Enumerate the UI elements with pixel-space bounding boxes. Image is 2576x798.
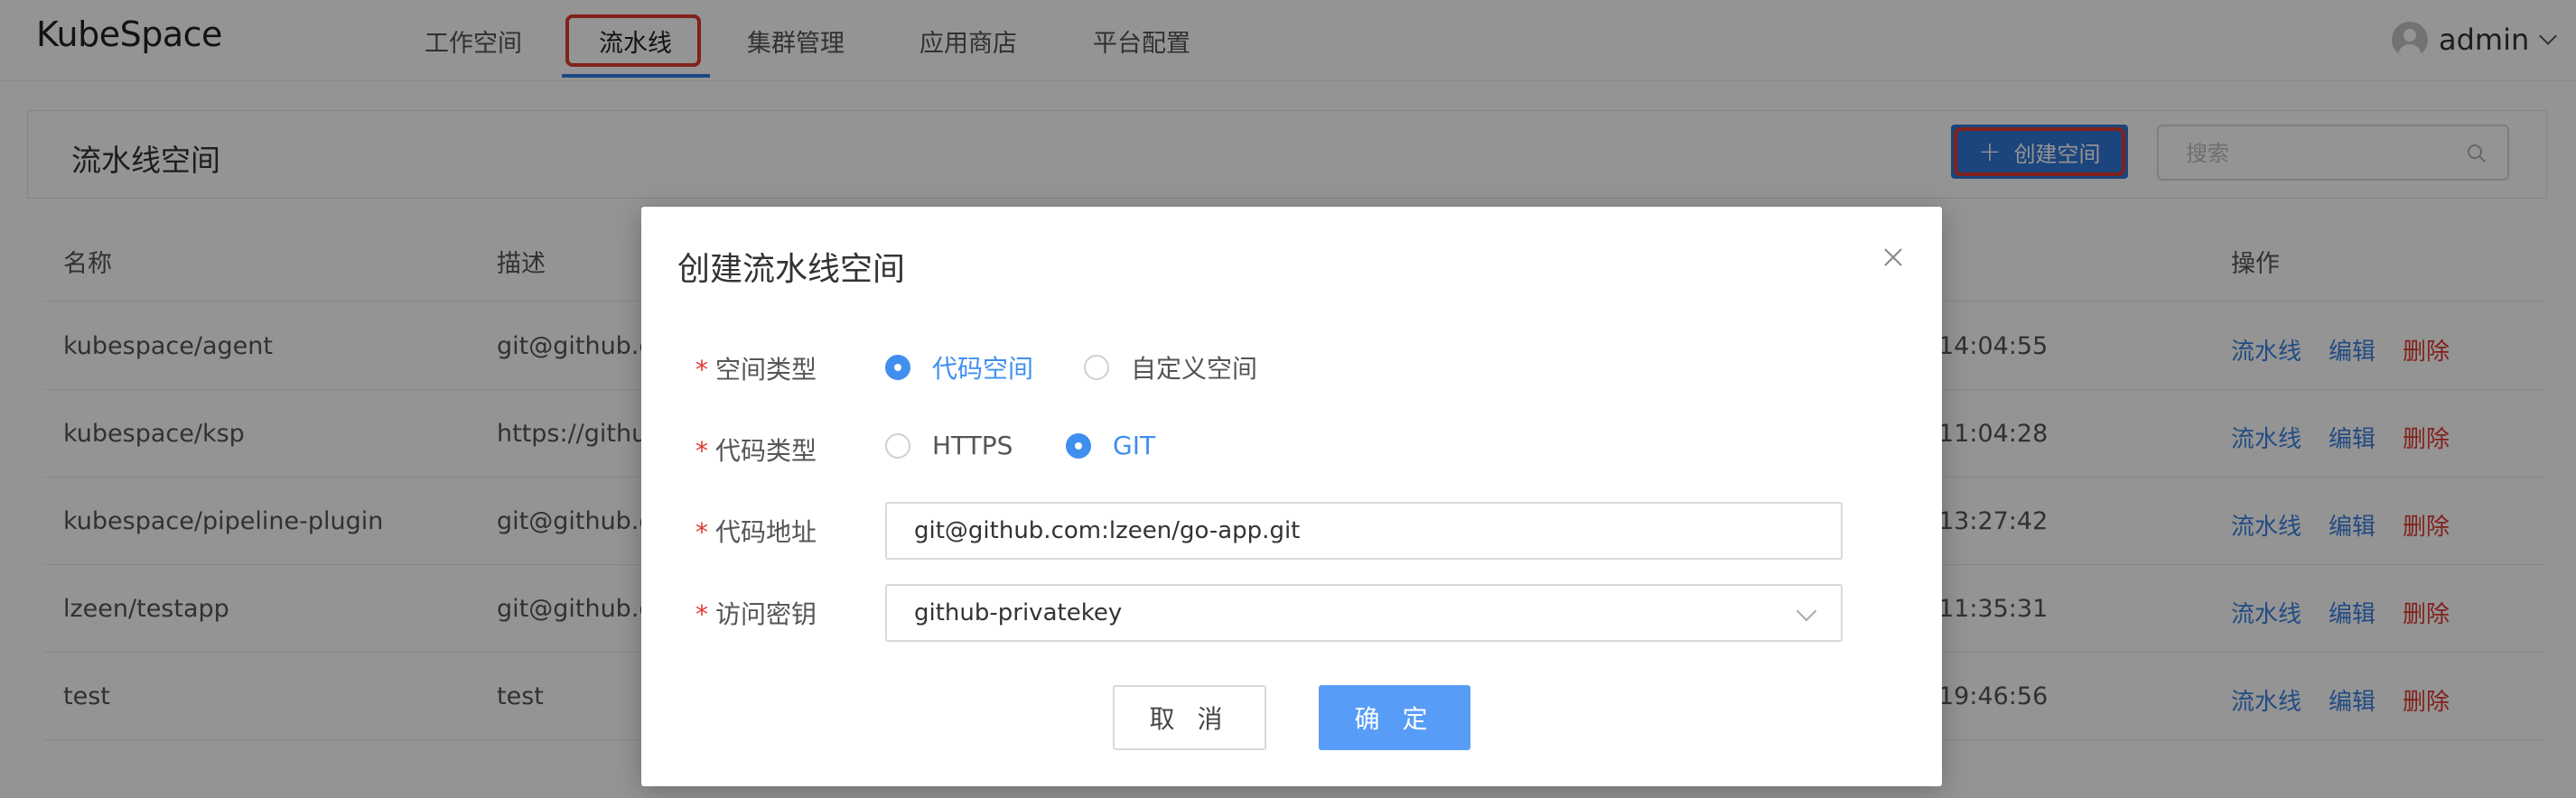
chevron-down-icon xyxy=(1796,600,1817,622)
cancel-button[interactable]: 取 消 xyxy=(1113,685,1266,750)
radio-label: 自定义空间 xyxy=(1131,354,1258,384)
dialog-title: 创建流水线空间 xyxy=(677,251,906,288)
required-asterisk: * xyxy=(695,517,708,547)
create-pipeline-space-dialog: 创建流水线空间 * 空间类型 代码空间 自定义空间 * 代码类型 HTTPS GIT… xyxy=(641,207,1942,786)
required-asterisk: * xyxy=(695,355,708,385)
confirm-button[interactable]: 确 定 xyxy=(1319,685,1470,750)
radio-selected-icon xyxy=(1066,432,1091,459)
close-icon[interactable] xyxy=(1881,245,1906,270)
radio-label: 代码空间 xyxy=(932,354,1034,384)
field-label-code-type: * 代码类型 xyxy=(695,431,817,468)
space-type-label: 空间类型 xyxy=(715,355,817,385)
radio-label: GIT xyxy=(1113,431,1156,460)
code-type-label: 代码类型 xyxy=(715,436,817,466)
access-key-label: 访问密钥 xyxy=(715,599,817,629)
radio-label: HTTPS xyxy=(932,431,1013,460)
code-url-label: 代码地址 xyxy=(715,517,817,547)
field-label-code-url: * 代码地址 xyxy=(695,513,817,549)
access-key-value: github-privatekey xyxy=(914,599,1123,626)
code-url-input[interactable]: git@github.com:lzeen/go-app.git xyxy=(885,502,1843,560)
radio-https[interactable]: HTTPS xyxy=(885,431,1013,460)
radio-git[interactable]: GIT xyxy=(1066,431,1155,460)
access-key-select[interactable]: github-privatekey xyxy=(885,584,1843,642)
radio-unselected-icon xyxy=(885,432,910,459)
radio-selected-icon xyxy=(885,355,910,380)
radio-unselected-icon xyxy=(1084,355,1109,380)
field-label-space-type: * 空间类型 xyxy=(695,350,817,386)
radio-custom-space[interactable]: 自定义空间 xyxy=(1084,349,1257,385)
field-label-access-key: * 访问密钥 xyxy=(695,595,817,631)
radio-code-space[interactable]: 代码空间 xyxy=(885,349,1033,385)
required-asterisk: * xyxy=(695,599,708,629)
required-asterisk: * xyxy=(695,436,708,466)
